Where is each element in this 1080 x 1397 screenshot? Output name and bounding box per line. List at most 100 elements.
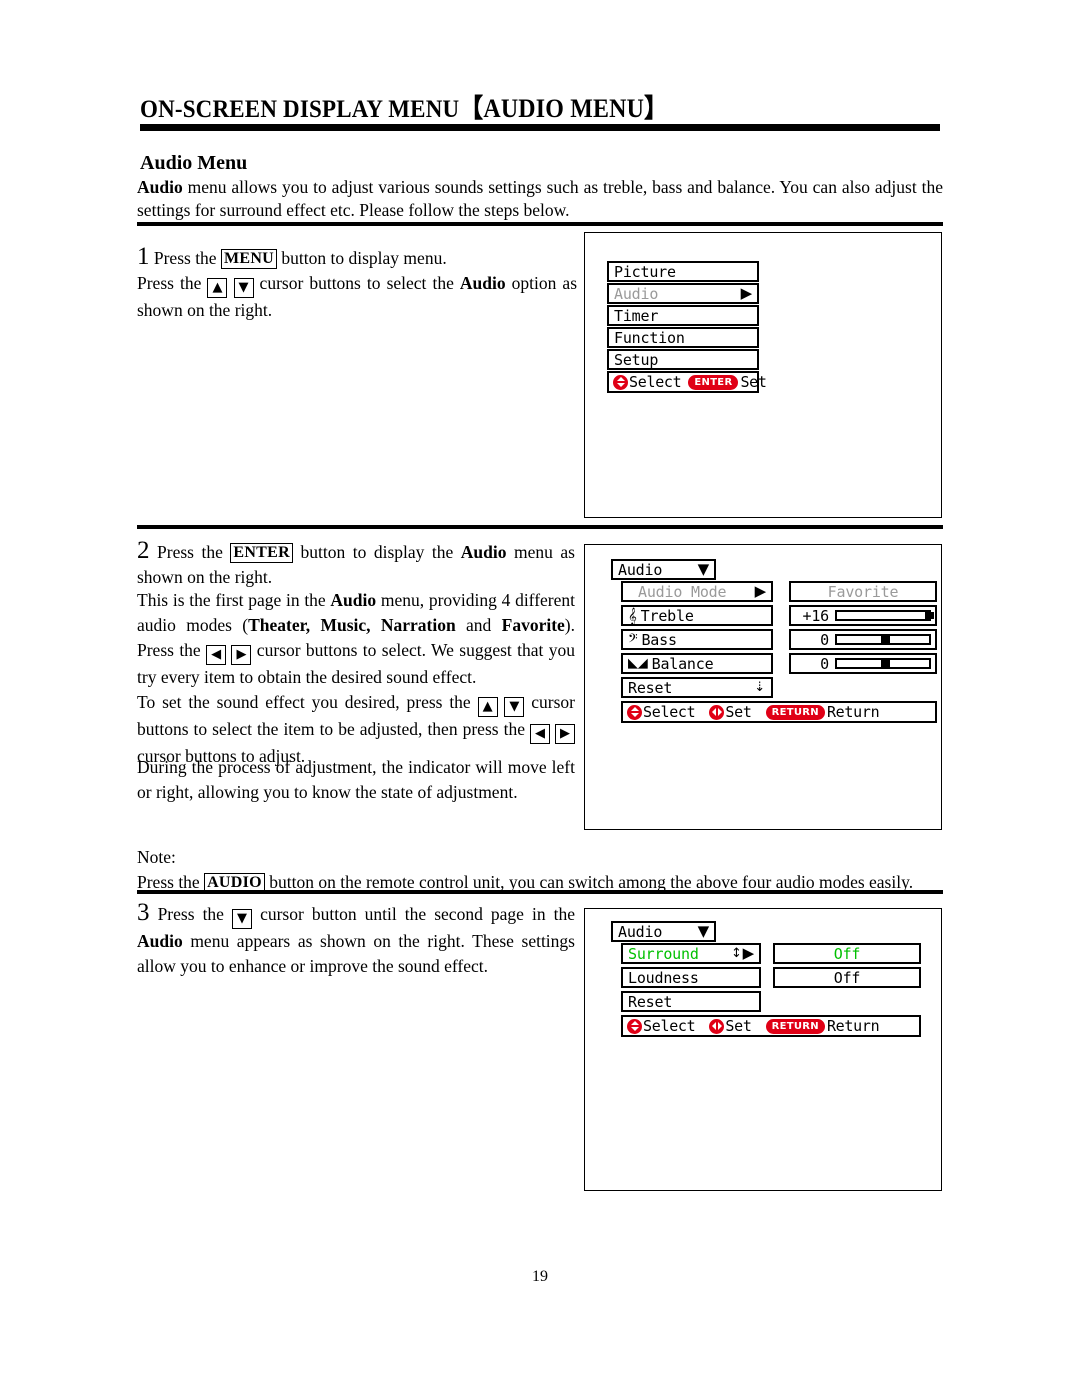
step-3-t2: cursor button until the second page in t… xyxy=(252,904,576,924)
note-divider-rule xyxy=(137,890,943,894)
osd-value-audio-mode[interactable]: Favorite xyxy=(789,581,937,602)
arrow-left-icon-2: ◀ xyxy=(529,724,550,744)
step-3-number: 3 xyxy=(137,899,150,926)
osd-item-picture[interactable]: Picture xyxy=(607,261,759,282)
osd-item-audio[interactable]: Audio ▶ xyxy=(607,283,759,304)
step-2-modes-bold: Theater, Music, Narration xyxy=(248,615,456,635)
step-2-p4: During the process of adjustment, the in… xyxy=(137,757,575,802)
step-3-text: 3 Press the ▼ cursor button until the se… xyxy=(137,900,575,979)
chevron-down-icon: ▼ xyxy=(697,560,710,578)
step-2-paragraph-4: During the process of adjustment, the in… xyxy=(137,755,575,805)
hint-set-label: Set xyxy=(740,373,767,391)
osd-value-surround[interactable]: Off xyxy=(773,943,921,964)
step-1-line1b: button to display menu. xyxy=(277,248,447,268)
osd-row-surround[interactable]: Surround ↕ ▶ xyxy=(621,943,761,964)
treble-slider-bar[interactable] xyxy=(835,610,934,621)
step1-divider-rule xyxy=(137,525,943,529)
hint-select-3: Select xyxy=(627,1017,696,1035)
step-2-p2-bold-audio: Audio xyxy=(330,590,377,610)
hint-return: RETURN Return xyxy=(765,703,880,721)
menu-key-label: MENU xyxy=(220,249,278,269)
balance-slider-knob[interactable] xyxy=(881,660,890,667)
osd-main-menu-hintbar: Select ENTER Set xyxy=(607,371,767,393)
osd-item-timer[interactable]: Timer xyxy=(607,305,759,326)
bass-slider-knob[interactable] xyxy=(881,636,890,643)
bass-clef-icon: 𝄢 xyxy=(628,630,638,649)
osd-value-bass[interactable]: 0 xyxy=(789,629,937,650)
intro-bold-audio: Audio xyxy=(137,177,183,197)
note-t1: Press the xyxy=(137,872,205,892)
page-title-bracketed: 【AUDIO MENU】 xyxy=(459,94,669,123)
osd-value-loudness-text: Off xyxy=(833,968,861,987)
arrow-up-icon-2: ▲ xyxy=(477,697,498,717)
osd-page1-hintbar: Select Set RETURN Return xyxy=(621,701,937,723)
updown-dot-icon-2 xyxy=(627,704,642,720)
treble-slider-knob[interactable] xyxy=(925,612,934,619)
osd-item-timer-label: Timer xyxy=(614,306,659,325)
chevron-right-icon-3: ▶ xyxy=(742,944,755,962)
title-rule xyxy=(140,124,940,131)
osd-value-treble[interactable]: +16 xyxy=(789,605,937,626)
osd-item-setup-label: Setup xyxy=(614,350,659,369)
return-badge-icon: RETURN xyxy=(765,704,825,720)
step-1-line1a: Press the xyxy=(153,248,221,268)
updown-dot-icon-3 xyxy=(627,1018,642,1034)
step-2-l1a: Press the xyxy=(157,542,231,562)
bass-slider-bar[interactable] xyxy=(835,634,931,645)
osd-row-audio-mode-label: Audio Mode xyxy=(638,582,727,601)
osd-row-audio-mode[interactable]: Audio Mode ▶ xyxy=(621,581,773,602)
page-number: 19 xyxy=(532,1268,548,1285)
step-2-p3a: To set the sound effect you desired, pre… xyxy=(137,692,478,712)
enter-key-label: ENTER xyxy=(230,543,293,563)
updown-arrow-icon: ↕ xyxy=(730,946,742,961)
osd-page1-header[interactable]: Audio ▼ xyxy=(611,559,716,580)
osd-page1-header-label: Audio xyxy=(618,560,663,579)
intro-paragraph: Audio menu allows you to adjust various … xyxy=(137,176,943,222)
note-t2: button on the remote control unit, you c… xyxy=(264,872,914,892)
arrow-down-icon-3: ▼ xyxy=(232,909,253,929)
step-2-number: 2 xyxy=(137,537,150,564)
osd-page2-hintbar: Select Set RETURN Return xyxy=(621,1015,921,1037)
updown-dot-icon xyxy=(613,374,628,390)
step-1-text: 1 Press the MENU button to display menu.… xyxy=(137,244,577,323)
osd-item-function-label: Function xyxy=(614,328,685,347)
osd-row-reset[interactable]: Reset ⇣ xyxy=(621,677,773,698)
hint-set-3: Set xyxy=(709,1017,752,1035)
intro-text: menu allows you to adjust various sounds… xyxy=(137,177,943,220)
arrow-right-icon-2: ▶ xyxy=(555,724,576,744)
osd-value-audio-mode-text: Favorite xyxy=(827,582,899,601)
chevron-right-icon-2: ▶ xyxy=(754,582,767,600)
hint-select: Select xyxy=(613,373,682,391)
page-title: ON-SCREEN DISPLAY MENU【AUDIO MENU】 xyxy=(140,88,668,125)
osd-value-surround-text: Off xyxy=(833,944,861,963)
step-2-p2d: and xyxy=(455,615,502,635)
hint-set-label-3: Set xyxy=(725,1017,752,1035)
step-2-text: 2 Press the ENTER button to display the … xyxy=(137,538,575,590)
osd-item-setup[interactable]: Setup xyxy=(607,349,759,370)
osd-row-surround-label: Surround xyxy=(628,944,699,963)
osd-row-bass[interactable]: 𝄢 Bass xyxy=(621,629,773,650)
arrow-right-icon: ▶ xyxy=(231,645,252,665)
osd-row-reset-2[interactable]: Reset xyxy=(621,991,761,1012)
hint-set: ENTER Set xyxy=(688,373,767,391)
osd-value-loudness[interactable]: Off xyxy=(773,967,921,988)
osd-row-loudness[interactable]: Loudness xyxy=(621,967,761,988)
hint-select-2: Select xyxy=(627,703,696,721)
osd-page2-header[interactable]: Audio ▼ xyxy=(611,921,716,942)
balance-slider-bar[interactable] xyxy=(835,658,931,669)
osd-row-balance[interactable]: ◣◢ Balance xyxy=(621,653,773,674)
osd-row-balance-label: Balance xyxy=(651,654,714,673)
osd-value-bass-number: 0 xyxy=(820,630,829,649)
note-label: Note: xyxy=(137,847,176,867)
osd-row-reset-2-label: Reset xyxy=(628,992,673,1011)
hint-return-label: Return xyxy=(826,703,880,721)
osd-row-reset-label: Reset xyxy=(628,678,673,697)
leftright-dot-icon xyxy=(709,704,725,720)
return-badge-icon-2: RETURN xyxy=(765,1018,825,1034)
osd-value-balance[interactable]: 0 xyxy=(789,653,937,674)
chevron-down-icon-2: ▼ xyxy=(697,922,710,940)
osd-item-function[interactable]: Function xyxy=(607,327,759,348)
osd-row-treble[interactable]: 𝄞 Treble xyxy=(621,605,773,626)
leftright-dot-icon-2 xyxy=(709,1018,725,1034)
osd-row-treble-label: Treble xyxy=(640,606,694,625)
